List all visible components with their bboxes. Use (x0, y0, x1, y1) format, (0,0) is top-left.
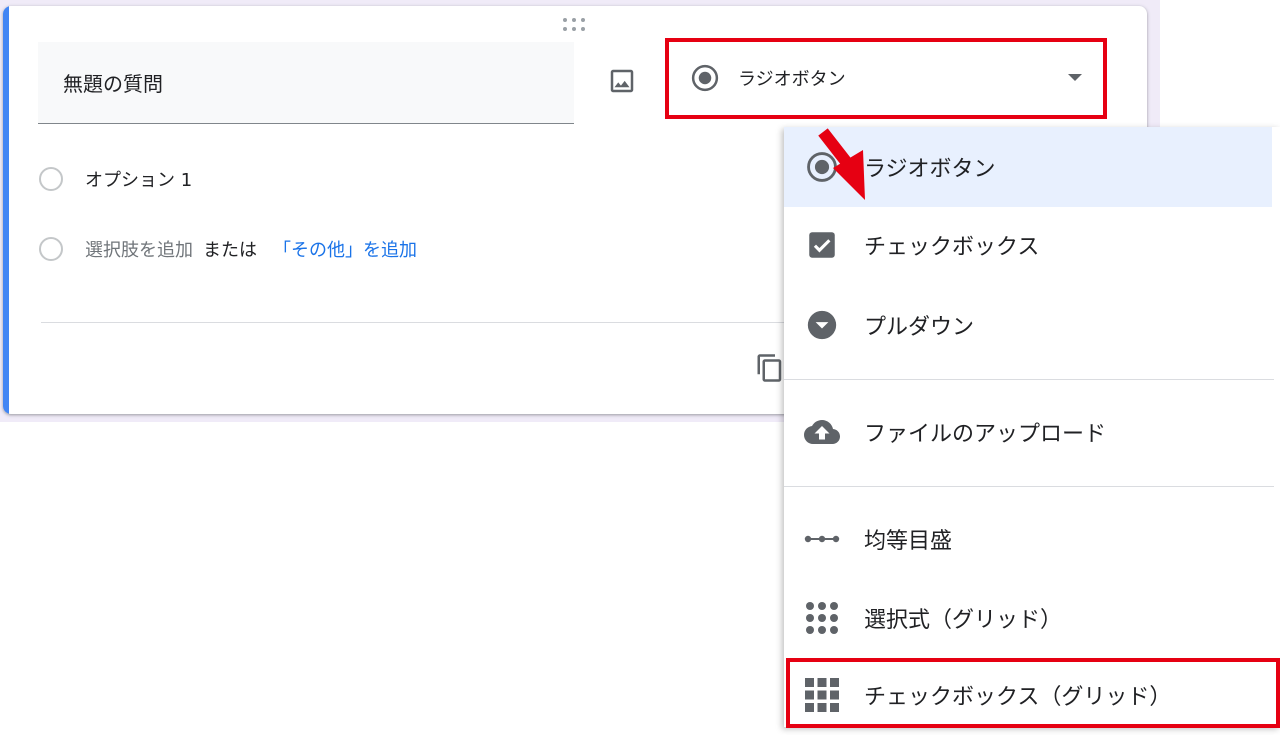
grid-dots-icon (806, 602, 838, 634)
menu-item-label: プルダウン (864, 315, 975, 340)
add-other-link[interactable]: 「その他」を追加 (273, 236, 417, 262)
menu-item-radio[interactable]: ラジオボタン (784, 127, 1272, 207)
add-option-row: 選択肢を追加 または 「その他」を追加 (39, 236, 417, 262)
add-image-icon[interactable] (607, 66, 637, 96)
question-type-label: ラジオボタン (738, 69, 846, 90)
menu-item-label: チェックボックス (864, 235, 1040, 260)
card-divider (41, 322, 801, 323)
drag-handle-icon[interactable] (563, 18, 589, 32)
question-type-select[interactable]: ラジオボタン (670, 44, 1102, 112)
question-title-input[interactable]: 無題の質問 (38, 42, 574, 124)
dropdown-icon (807, 310, 837, 340)
duplicate-icon[interactable] (755, 352, 785, 384)
menu-divider (784, 486, 1274, 487)
menu-item-label: ラジオボタン (864, 157, 996, 182)
menu-item-multiple-choice-grid[interactable]: 選択式（グリッド） (784, 578, 1272, 658)
cloud-upload-icon (804, 420, 840, 444)
menu-item-dropdown[interactable]: プルダウン (784, 285, 1272, 365)
chevron-down-icon (1068, 74, 1082, 81)
menu-item-checkbox[interactable]: チェックボックス (784, 205, 1272, 285)
radio-icon (691, 64, 719, 92)
card-accent-bar (3, 6, 9, 414)
menu-divider (784, 379, 1274, 380)
or-label: または (203, 240, 257, 261)
menu-item-file-upload[interactable]: ファイルのアップロード (784, 392, 1272, 472)
radio-outline-icon (39, 237, 63, 261)
checkbox-icon (809, 232, 835, 258)
menu-item-linear-scale[interactable]: 均等目盛 (784, 499, 1272, 579)
question-type-menu: ラジオボタン チェックボックス プルダウン ファイルのアップロード 均等目盛 選… (784, 127, 1280, 727)
linear-scale-icon (804, 535, 840, 543)
menu-item-label: 選択式（グリッド） (864, 608, 1063, 633)
menu-item-checkbox-grid[interactable]: チェックボックス（グリッド） (784, 655, 1272, 735)
add-option-button[interactable]: 選択肢を追加 (85, 236, 193, 262)
radio-icon (807, 152, 837, 182)
question-title-text: 無題の質問 (63, 72, 163, 96)
option-label[interactable]: オプション 1 (85, 166, 192, 192)
radio-outline-icon (39, 167, 63, 191)
option-row[interactable]: オプション 1 (39, 166, 192, 192)
menu-item-label: 均等目盛 (864, 529, 953, 554)
menu-item-label: ファイルのアップロード (864, 422, 1107, 447)
menu-item-label: チェックボックス（グリッド） (864, 685, 1172, 710)
grid-squares-icon (805, 678, 839, 712)
